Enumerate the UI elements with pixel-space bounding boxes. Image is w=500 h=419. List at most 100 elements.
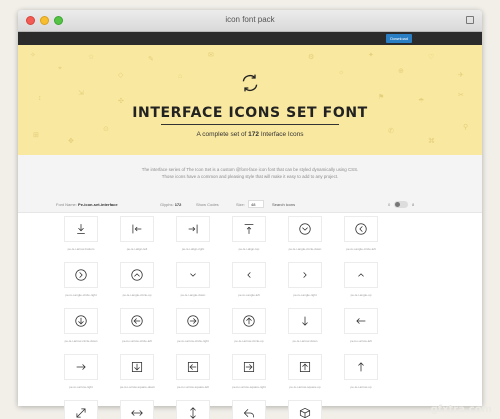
icon-cell[interactable]: pe-is-i-arrow-square-up [288, 354, 322, 389]
hero-banner: ✧ ⌖ ☆ ◇ ✎ ⌂ ✉ ⚙ ☼ ✦ ⊕ ♡ ✈ ↕ ⇲ ✣ ⚑ ☂ ✂ ⊞ ✥ ⊙ ✆ ⌘ ⚲ INTERF… [18, 45, 482, 155]
align-left-icon [132, 224, 142, 234]
description: The interface series of The Icon Set is … [18, 155, 482, 197]
icon-class-name: pe-is-i-arrow-right [69, 385, 93, 389]
icon-class-name: pe-is-i-arrow-circle-down [64, 339, 98, 343]
icon-tile[interactable] [344, 262, 378, 288]
arrow-right-icon [76, 364, 86, 370]
icon-cell[interactable]: pe-is-i-arrows-vertical [176, 400, 210, 419]
icon-tile[interactable] [120, 216, 154, 242]
icon-tile[interactable] [232, 354, 266, 380]
icon-cell[interactable]: pe-is-i-arrow-circle-down [64, 308, 98, 343]
size-select[interactable]: 48 [248, 200, 264, 208]
icon-cell[interactable]: pe-is-i-arrow-bottom [64, 216, 98, 251]
arrow-circle-down-icon [75, 315, 87, 327]
icon-cell[interactable]: pe-is-i-arrows-horizontal [120, 400, 154, 419]
hero-subtitle-prefix: A complete set of [196, 131, 249, 138]
icon-tile[interactable] [64, 308, 98, 334]
arrow-square-down-icon [131, 361, 143, 373]
icon-tile[interactable] [176, 400, 210, 419]
icon-class-name: pe-is-i-angle-left [238, 293, 260, 297]
icon-cell[interactable]: pe-is-i-arrow-circle-left [120, 308, 154, 343]
icon-tile[interactable] [344, 308, 378, 334]
angle-left-icon [247, 272, 251, 278]
icon-tile[interactable] [344, 216, 378, 242]
icon-cell[interactable]: pe-is-i-arrows-expand [64, 400, 98, 419]
toggle-on-label: 8 [412, 202, 415, 207]
icon-tile[interactable] [288, 216, 322, 242]
icon-toolbar: Font Name: Pe-icon-set-interface Glyphs:… [18, 197, 482, 213]
icon-cell[interactable]: pe-is-i-arrow-left [344, 308, 378, 343]
icon-tile[interactable] [120, 354, 154, 380]
icon-tile[interactable] [176, 262, 210, 288]
icon-cell[interactable]: pe-is-i-align-right [176, 216, 210, 251]
icon-cell[interactable]: pe-is-i-angle-right [288, 262, 322, 297]
icon-tile[interactable] [64, 216, 98, 242]
size-label: Size: [236, 202, 245, 207]
icon-tile[interactable] [288, 354, 322, 380]
icon-cell[interactable]: pe-is-i-arrow-circle-right [176, 308, 210, 343]
icon-tile[interactable] [232, 308, 266, 334]
arrow-bottom-icon [77, 223, 85, 235]
icon-cell[interactable]: pe-is-i-align-left [120, 216, 154, 251]
icon-cell[interactable]: pe-is-i-angle-down [176, 262, 210, 297]
icon-cell[interactable]: pe-is-i-arrow-right [64, 354, 98, 389]
arrows-expand-icon [76, 408, 86, 418]
icon-tile[interactable] [64, 262, 98, 288]
icon-class-name: pe-is-i-angle-circle-up [122, 293, 152, 297]
arrow-circle-up-icon [243, 315, 255, 327]
font-name-label: Font Name: [56, 202, 77, 207]
icon-class-name: pe-is-i-align-top [238, 247, 260, 251]
search-input[interactable] [272, 200, 352, 209]
angle-right-icon [303, 272, 307, 278]
back-icon [243, 409, 255, 418]
icon-tile[interactable] [288, 400, 322, 419]
icon-class-name: pe-is-i-arrow-square-left [177, 385, 209, 389]
icon-cell[interactable]: pe-is-i-arrow-square-right [232, 354, 266, 389]
refresh-icon [242, 74, 258, 92]
icon-tile[interactable] [120, 262, 154, 288]
description-line-2: Those icons have a common and pleasing s… [161, 174, 339, 179]
icon-cell[interactable]: pe-is-i-align-top [232, 216, 266, 251]
icon-tile[interactable] [64, 400, 98, 419]
icon-cell[interactable]: pe-is-i-box [288, 400, 322, 419]
glyphs-value: 172 [174, 202, 182, 207]
icon-cell[interactable]: pe-is-i-arrow-square-down [120, 354, 155, 389]
icon-tile[interactable] [232, 400, 266, 419]
icon-cell[interactable]: pe-is-i-angle-circle-left [344, 216, 378, 251]
arrow-left-icon [356, 318, 366, 324]
icon-class-name: pe-is-i-arrow-square-up [289, 385, 321, 389]
icon-cell[interactable]: pe-is-i-back [232, 400, 266, 419]
align-top-icon [244, 223, 254, 235]
icon-cell[interactable]: pe-is-i-angle-up [344, 262, 378, 297]
icon-tile[interactable] [288, 308, 322, 334]
icon-cell[interactable]: pe-is-i-angle-circle-right [64, 262, 98, 297]
angle-circle-right-icon [75, 269, 87, 281]
arrow-circle-left-icon [131, 315, 143, 327]
icon-tile[interactable] [232, 216, 266, 242]
display-toggle[interactable] [394, 201, 408, 208]
icon-cell[interactable]: pe-is-i-arrow-down [288, 308, 322, 343]
icon-tile[interactable] [232, 262, 266, 288]
icon-tile[interactable] [176, 216, 210, 242]
glyphs-label: Glyphs: [160, 202, 174, 207]
icon-tile[interactable] [120, 400, 154, 419]
icon-cell[interactable]: pe-is-i-angle-circle-down [288, 216, 322, 251]
icon-cell[interactable]: pe-is-i-angle-left [232, 262, 266, 297]
title-bar: icon font pack [18, 10, 482, 32]
fullscreen-icon[interactable] [466, 16, 474, 24]
show-codes-toggle[interactable]: Show Codes [196, 202, 219, 207]
icon-cell[interactable]: pe-is-i-arrow-circle-up [232, 308, 266, 343]
arrow-up-icon [358, 362, 364, 372]
icon-cell[interactable]: pe-is-i-arrow-square-left [176, 354, 210, 389]
icon-tile[interactable] [344, 354, 378, 380]
icon-tile[interactable] [288, 262, 322, 288]
icon-tile[interactable] [176, 308, 210, 334]
icon-tile[interactable] [176, 354, 210, 380]
icon-cell[interactable]: pe-is-i-angle-circle-up [120, 262, 154, 297]
icon-cell[interactable]: pe-is-i-arrow-up [344, 354, 378, 389]
box-icon [299, 407, 311, 419]
download-button[interactable]: Download [386, 34, 412, 43]
icon-class-name: pe-is-i-arrow-up [350, 385, 372, 389]
icon-tile[interactable] [120, 308, 154, 334]
icon-tile[interactable] [64, 354, 98, 380]
